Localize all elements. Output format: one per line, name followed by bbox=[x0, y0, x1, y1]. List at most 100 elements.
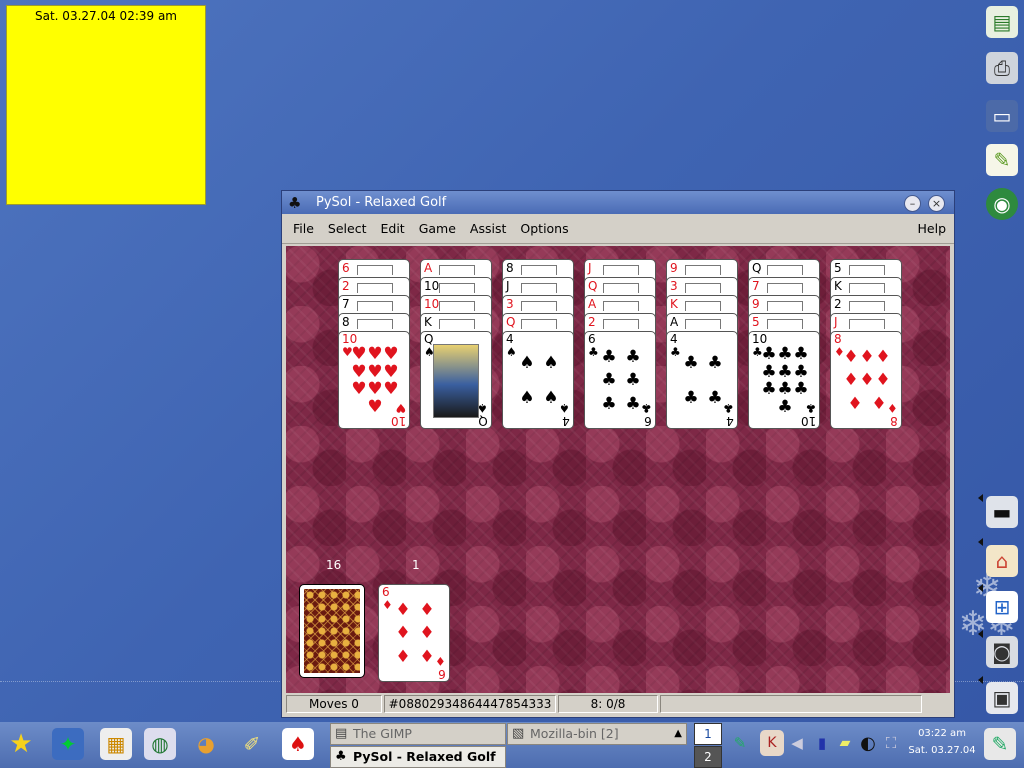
card-rank-label: Q bbox=[588, 279, 598, 293]
card-rank-label: A bbox=[588, 297, 597, 311]
card-rank-label: 3 bbox=[506, 297, 514, 311]
suit-pip-icon: ♣ bbox=[777, 379, 793, 400]
monitor-icon[interactable]: ▭ bbox=[986, 100, 1018, 132]
card-rank-label: 5 bbox=[834, 261, 842, 275]
stock-pile[interactable] bbox=[299, 584, 365, 678]
window-titlebar[interactable]: ♣ PySol - Relaxed Golf bbox=[282, 191, 954, 214]
tableau-top-card[interactable]: 6 ♣ 6 ♣ ♣ ♣ ♣ ♣ ♣ ♣ bbox=[584, 331, 656, 429]
card-rank-label: J bbox=[588, 261, 592, 275]
card-rank-label: 6 bbox=[644, 414, 652, 428]
files-icon[interactable]: ▦ bbox=[100, 728, 132, 760]
terminal-icon[interactable]: ▬ bbox=[986, 496, 1018, 528]
windows-icon[interactable]: ⊞ bbox=[986, 591, 1018, 623]
tableau-top-card[interactable]: Q ♠ Q ♠ bbox=[420, 331, 492, 429]
close-button[interactable]: × bbox=[928, 195, 945, 212]
menu-options[interactable]: Options bbox=[513, 221, 575, 236]
card-rank-label: 8 bbox=[834, 332, 842, 346]
waste-pile[interactable]: 6 ♦ 6 ♦ ♦ ♦ ♦ ♦ ♦ ♦ bbox=[378, 584, 450, 682]
task-mozilla[interactable]: ▧ Mozilla-bin [2] ▲ bbox=[507, 723, 687, 745]
menu-help[interactable]: Help bbox=[918, 221, 947, 236]
tableau-top-card[interactable]: 10 ♣ 10 ♣ ♣ ♣ ♣ ♣ ♣ ♣ ♣ ♣ ♣ ♣ bbox=[748, 331, 820, 429]
expand-arrow-icon[interactable] bbox=[978, 630, 983, 638]
menu-file[interactable]: File bbox=[286, 221, 321, 236]
lizard-icon[interactable]: ✦ bbox=[52, 728, 84, 760]
contrast-icon[interactable]: ◐ bbox=[856, 730, 880, 756]
k-icon[interactable]: K bbox=[760, 730, 784, 756]
clock[interactable]: 03:22 am Sat. 03.27.04 bbox=[908, 723, 976, 757]
menu-edit[interactable]: Edit bbox=[373, 221, 411, 236]
card-rank-label: J bbox=[506, 279, 510, 293]
card-picture-edge bbox=[357, 319, 393, 329]
lock-icon[interactable]: ⛶ bbox=[880, 730, 902, 756]
tableau-top-card[interactable]: 4 ♣ 4 ♣ ♣ ♣ ♣ ♣ bbox=[666, 331, 738, 429]
card-rank-label: 2 bbox=[588, 315, 596, 329]
cup-icon[interactable]: ▮ bbox=[810, 730, 834, 756]
card-rank-label: 4 bbox=[670, 332, 678, 346]
card-pips: ♥ ♥ ♥ ♥ ♥ ♥ ♥ ♥ ♥ ♥ bbox=[351, 346, 399, 416]
cards-icon[interactable]: ♠ bbox=[282, 728, 314, 760]
suit-pip-icon: ♠ bbox=[543, 353, 559, 373]
card-rank-label: 9 bbox=[670, 261, 678, 275]
card-picture-edge bbox=[849, 319, 885, 329]
expand-arrow-icon[interactable] bbox=[978, 494, 983, 502]
workspace-2[interactable]: 2 bbox=[694, 746, 722, 768]
suit-pip-icon: ♦ bbox=[395, 600, 411, 621]
edit-icon[interactable]: ✎ bbox=[986, 144, 1018, 176]
tableau-top-card[interactable]: 4 ♠ 4 ♠ ♠ ♠ ♠ ♠ bbox=[502, 331, 574, 429]
floppy-icon[interactable]: ▣ bbox=[986, 682, 1018, 714]
notepad-icon[interactable]: ▤ bbox=[986, 6, 1018, 38]
camera-icon[interactable]: ◙ bbox=[986, 636, 1018, 668]
task-gimp[interactable]: ▤ The GIMP bbox=[330, 723, 506, 745]
suit-pip-icon: ♦ bbox=[875, 347, 891, 368]
suit-pip-icon: ♣ bbox=[777, 396, 793, 417]
expand-arrow-icon[interactable] bbox=[978, 538, 983, 546]
clock-date: Sat. 03.27.04 bbox=[908, 745, 976, 756]
speaker-icon[interactable]: ◀ bbox=[786, 730, 808, 756]
tableau-top-card[interactable]: 8 ♦ 8 ♦ ♦ ♦ ♦ ♦ ♦ ♦ ♦ ♦ bbox=[830, 331, 902, 429]
suit-pip-icon: ♣ bbox=[683, 388, 699, 408]
globe-icon[interactable]: ◉ bbox=[986, 188, 1018, 220]
card-rank-label: 8 bbox=[890, 414, 898, 428]
card-rank-label: 6 bbox=[438, 667, 446, 681]
game-table: 16 1 6 ♦ 6 ♦ ♦ ♦ ♦ ♦ ♦ ♦ 6 2 7 8 10 ♥ 10 ♥ ♥ ♥ ♥ ♥ ♥ ♥ ♥ ♥ ♥ ♥ A 10 1… bbox=[286, 246, 950, 693]
menu-game[interactable]: Game bbox=[412, 221, 463, 236]
pencil-edit-icon[interactable]: ✎ bbox=[984, 728, 1016, 760]
suit-pip-icon: ♦ bbox=[859, 370, 875, 391]
card-picture-edge bbox=[521, 283, 557, 293]
printer-icon[interactable]: ⎙ bbox=[986, 52, 1018, 84]
pen-icon[interactable]: ✎ bbox=[728, 730, 752, 756]
suit-pip-icon: ♣ bbox=[601, 393, 617, 414]
card-pips: ♦ ♦ ♦ ♦ ♦ ♦ bbox=[391, 599, 439, 669]
home-icon[interactable]: ⌂ bbox=[986, 545, 1018, 577]
moves-counter: Moves 0 bbox=[286, 695, 382, 713]
suit-pip-icon: ♦ bbox=[419, 623, 435, 644]
menu-select[interactable]: Select bbox=[321, 221, 374, 236]
card-rank-label: 5 bbox=[752, 315, 760, 329]
menu-assist[interactable]: Assist bbox=[463, 221, 513, 236]
expand-arrow-icon[interactable] bbox=[978, 584, 983, 592]
suit-pip-icon: ♠ bbox=[543, 388, 559, 408]
suit-pip-icon: ♣ bbox=[625, 347, 641, 368]
suit-pip-icon: ♣ bbox=[793, 361, 809, 382]
menu-bar: File Select Edit Game Assist Options Hel… bbox=[282, 214, 954, 244]
card-picture-edge bbox=[603, 319, 639, 329]
suit-pip-icon: ♥ bbox=[351, 361, 367, 382]
expand-arrow-icon[interactable] bbox=[978, 676, 983, 684]
task-pysol[interactable]: ♣ PySol - Relaxed Golf bbox=[330, 746, 506, 768]
card-rank-label: Q bbox=[752, 261, 762, 275]
ticket-icon[interactable]: ▰ bbox=[834, 730, 856, 756]
sticky-note[interactable]: Sat. 03.27.04 02:39 am bbox=[6, 5, 206, 205]
star-icon[interactable]: ★ bbox=[5, 728, 37, 760]
tableau-top-card[interactable]: 10 ♥ 10 ♥ ♥ ♥ ♥ ♥ ♥ ♥ ♥ ♥ ♥ ♥ bbox=[338, 331, 410, 429]
globe-icon[interactable]: ◍ bbox=[144, 728, 176, 760]
card-picture-edge bbox=[767, 283, 803, 293]
palette-icon[interactable]: ◕ bbox=[190, 728, 222, 760]
brush-icon[interactable]: ✐ bbox=[236, 728, 268, 760]
workspace-1[interactable]: 1 bbox=[694, 723, 722, 745]
right-dock: ▤ ⎙ ▭ ✎ ◉ ▬ ⌂ ⊞ ◙ ▣ bbox=[978, 0, 1024, 722]
suit-pip-icon: ♥ bbox=[383, 379, 399, 400]
minimize-button[interactable]: – bbox=[904, 195, 921, 212]
card-picture-edge bbox=[439, 301, 475, 311]
card-picture-edge bbox=[439, 319, 475, 329]
suit-pip-icon: ♣ bbox=[761, 344, 777, 365]
